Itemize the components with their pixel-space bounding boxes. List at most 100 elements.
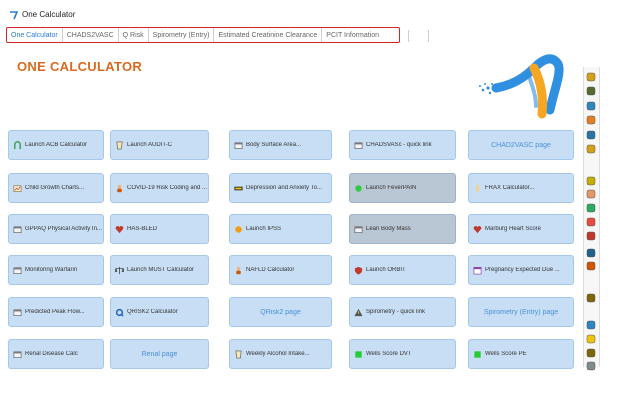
disk-icon[interactable] xyxy=(586,358,596,371)
link-button-spirometry-entry-page[interactable]: Spirometry (Entry) page xyxy=(468,297,574,327)
calendar-icon xyxy=(473,266,482,275)
tab-pcit-information[interactable]: PCIT Information xyxy=(322,28,383,42)
orange-dot-icon xyxy=(234,225,243,234)
launch-button-child-growth-charts[interactable]: Child Growth Charts... xyxy=(8,173,104,203)
face-icon[interactable] xyxy=(586,173,596,186)
launch-button-pregnancy-expected-due[interactable]: Pregnancy Expected Due ... xyxy=(468,255,574,285)
folder-icon[interactable] xyxy=(586,112,596,125)
launch-button-nafld-calculator[interactable]: NAFLD Calculator xyxy=(229,255,332,285)
launch-button-body-surface-area[interactable]: Body Surface Area... xyxy=(229,130,332,160)
person-icon xyxy=(115,184,124,193)
window-icon xyxy=(354,225,363,234)
tab-spirometry-entry[interactable]: Spirometry (Entry) xyxy=(149,28,215,42)
tile-label: GPPAQ Physical Activity In... xyxy=(25,226,102,232)
launch-button-launch-acb-calculator[interactable]: Launch ACB Calculator xyxy=(8,130,104,160)
launch-button-chadsvasc-quick-link[interactable]: CHADSVASc - quick link xyxy=(349,130,456,160)
book-icon[interactable] xyxy=(586,290,596,303)
launch-button-spirometry-quick-link[interactable]: Spirometry - quick link xyxy=(349,297,456,327)
bone-icon xyxy=(473,184,482,193)
launch-button-predicted-peak-flow[interactable]: Predicted Peak Flow... xyxy=(8,297,104,327)
launch-button-renal-disease-calc[interactable]: Renal Disease Calc xyxy=(8,339,104,369)
tile-label: Body Surface Area... xyxy=(246,142,302,148)
tile-label: CHADSVASc - quick link xyxy=(366,142,432,148)
tile-label: Renal page xyxy=(141,350,178,358)
person-icon[interactable] xyxy=(586,258,596,271)
warning-icon xyxy=(354,308,363,317)
tile-label: Spirometry (Entry) page xyxy=(483,308,559,316)
tab-chads2vasc[interactable]: CHADS2VASC xyxy=(63,28,119,42)
window-icon xyxy=(234,141,243,150)
ribbon-logo xyxy=(479,54,564,119)
green-square-icon xyxy=(354,350,363,359)
link-button-qrisk2-page[interactable]: QRisk2 page xyxy=(229,297,332,327)
tile-label: Marburg Heart Score xyxy=(485,226,542,232)
tile-label: Depression and Anxiety To... xyxy=(246,185,322,191)
tab-one-calculator[interactable]: One Calculator xyxy=(7,28,63,42)
launch-button-launch-must-calculator[interactable]: Launch MUST Calculator xyxy=(110,255,209,285)
book-icon[interactable] xyxy=(586,345,596,358)
launch-button-launch-audit-c[interactable]: Launch AUDIT-C xyxy=(110,130,209,160)
tile-label: COVID-19 Risk Coding and ... xyxy=(127,185,208,191)
link-button-chad2vasc-page[interactable]: CHAD2VASC page xyxy=(468,130,574,160)
launch-button-gppaq-physical-activity-in[interactable]: GPPAQ Physical Activity In... xyxy=(8,214,104,244)
tile-label: Monitoring Warfarin xyxy=(25,267,78,273)
launch-button-monitoring-warfarin[interactable]: Monitoring Warfarin xyxy=(8,255,104,285)
tile-label: QRisk2 page xyxy=(260,308,301,316)
launch-button-covid-19-risk-coding-and[interactable]: COVID-19 Risk Coding and ... xyxy=(110,173,209,203)
tab-estimated-creatinine-clearance[interactable]: Estimated Creatinine Clearance xyxy=(214,28,323,42)
window-icon xyxy=(13,266,22,275)
heart-icon xyxy=(115,225,124,234)
launch-button-wells-score-dvt[interactable]: Wells Score DVT xyxy=(349,339,456,369)
tab-bar: One Calculator CHADS2VASC Q Risk Spirometry… xyxy=(6,27,400,43)
tile-label: CHAD2VASC page xyxy=(491,141,551,149)
bar-chart-icon[interactable] xyxy=(586,200,596,213)
launch-button-frax-calculator[interactable]: FRAX Calculator... xyxy=(468,173,574,203)
window-icon xyxy=(13,308,22,317)
launch-button-weekly-alcohol-intake[interactable]: Weekly Alcohol Intake... xyxy=(229,339,332,369)
tile-label: Pregnancy Expected Due ... xyxy=(485,267,560,273)
launch-button-launch-feverpain[interactable]: Launch FeverPAIN xyxy=(349,173,456,203)
smiley-icon[interactable] xyxy=(586,69,596,82)
shield-icon xyxy=(354,266,363,275)
launch-button-marburg-heart-score[interactable]: Marburg Heart Score xyxy=(468,214,574,244)
launch-button-lean-body-mass[interactable]: Lean Body Mass xyxy=(349,214,456,244)
window-icon xyxy=(13,350,22,359)
tile-label: Predicted Peak Flow... xyxy=(25,309,85,315)
tile-label: NAFLD Calculator xyxy=(246,267,295,273)
chart-icon[interactable] xyxy=(586,98,596,111)
glass-icon xyxy=(234,350,243,359)
tab-separator xyxy=(408,30,409,42)
person-icon xyxy=(234,266,243,275)
tile-label: Spirometry - quick link xyxy=(366,309,426,315)
gear-icon[interactable] xyxy=(586,245,596,258)
launch-button-launch-orbit[interactable]: Launch ORBIT xyxy=(349,255,456,285)
green-dot-icon xyxy=(354,184,363,193)
launch-button-qrisk2-calculator[interactable]: QRISK2 Calculator xyxy=(110,297,209,327)
window-icon xyxy=(13,225,22,234)
tab-q-risk[interactable]: Q Risk xyxy=(119,28,149,42)
face-icon[interactable] xyxy=(586,186,596,199)
tile-label: Wells Score DVT xyxy=(366,351,412,357)
tile-label: Launch ACB Calculator xyxy=(25,142,88,148)
star-icon[interactable] xyxy=(586,214,596,227)
app-logo-icon xyxy=(10,11,19,20)
tile-label: Wells Score PE xyxy=(485,351,527,357)
pin-icon[interactable] xyxy=(586,228,596,241)
tile-label: HAS-BLED xyxy=(127,226,158,232)
star-icon[interactable] xyxy=(586,331,596,344)
stack-icon[interactable] xyxy=(586,83,596,96)
dash-icon xyxy=(234,184,243,193)
star-icon[interactable] xyxy=(586,317,596,330)
page-title: ONE CALCULATOR xyxy=(17,59,143,74)
launch-button-wells-score-pe[interactable]: Wells Score PE xyxy=(468,339,574,369)
launch-button-has-bled[interactable]: HAS-BLED xyxy=(110,214,209,244)
green-square-icon xyxy=(473,350,482,359)
smiley-icon[interactable] xyxy=(586,141,596,154)
tile-label: Child Growth Charts... xyxy=(25,185,85,191)
side-toolbar xyxy=(583,67,600,371)
tile-label: FRAX Calculator... xyxy=(485,185,535,191)
search-icon[interactable] xyxy=(586,127,596,140)
launch-button-depression-and-anxiety-to[interactable]: Depression and Anxiety To... xyxy=(229,173,332,203)
launch-button-launch-ipss[interactable]: Launch IPSS xyxy=(229,214,332,244)
link-button-renal-page[interactable]: Renal page xyxy=(110,339,209,369)
